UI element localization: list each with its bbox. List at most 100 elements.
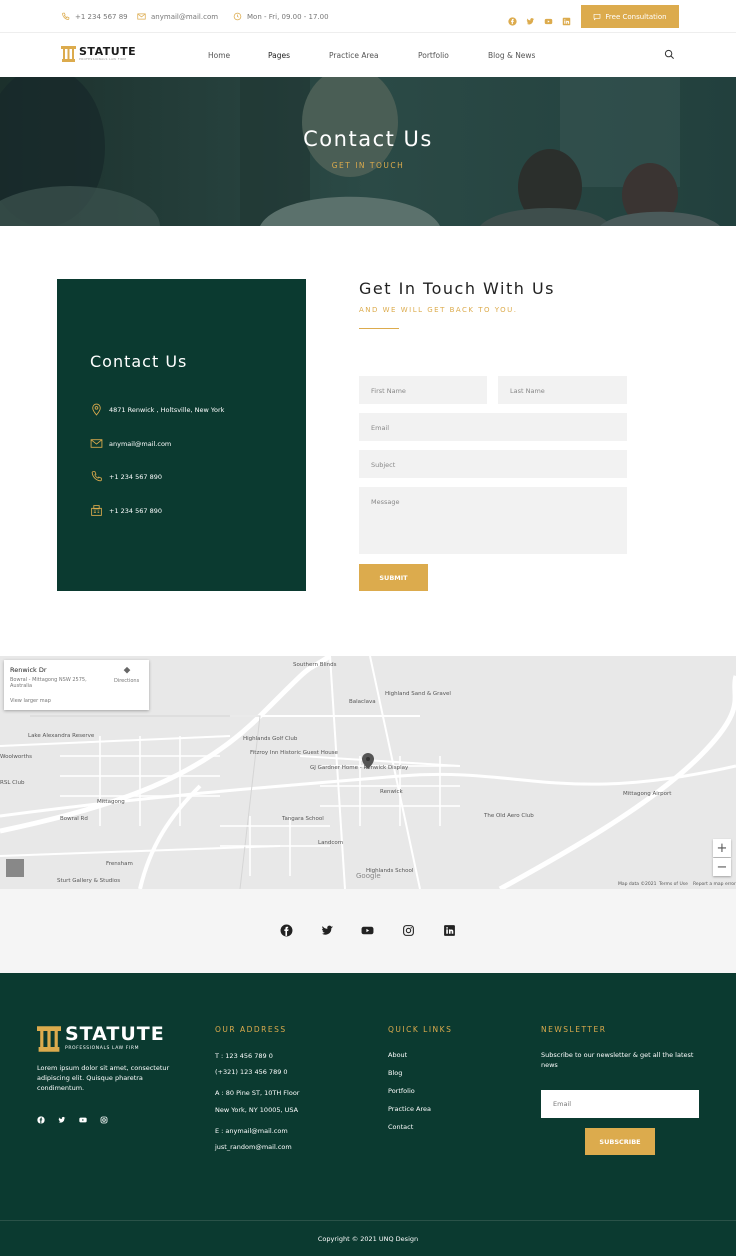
nav-home[interactable]: Home xyxy=(208,51,230,60)
map-label: Sturt Gallery & Studios xyxy=(57,878,121,884)
mail-icon xyxy=(90,439,103,448)
quick-links-heading: QUICK LINKS xyxy=(388,1025,453,1034)
youtube-icon[interactable] xyxy=(79,1116,87,1124)
submit-button[interactable]: SUBMIT xyxy=(359,564,428,591)
map-report-link[interactable]: Report a map error xyxy=(693,882,736,887)
facebook-icon[interactable] xyxy=(508,11,517,26)
footer-link-practice-area[interactable]: Practice Area xyxy=(388,1104,431,1114)
fax-icon xyxy=(91,505,102,516)
zoom-out-button[interactable]: − xyxy=(713,858,731,876)
title-divider xyxy=(359,328,399,329)
hero-subtitle: GET IN TOUCH xyxy=(331,161,405,170)
nav-portfolio[interactable]: Portfolio xyxy=(418,51,449,60)
map-label: Highlands Golf Club xyxy=(243,736,298,742)
contact-phone[interactable]: +1 234 567 890 xyxy=(90,470,162,483)
newsletter-email-input[interactable]: Email xyxy=(541,1090,699,1118)
map-label: The Old Aero Club xyxy=(484,813,534,819)
facebook-icon[interactable] xyxy=(280,924,293,937)
directions-icon[interactable] xyxy=(122,666,132,676)
footer-logo[interactable]: STATUTE PROFESSIONALS LAW FIRM xyxy=(37,1025,165,1053)
map-label: Fitzroy Inn Historic Guest House xyxy=(250,750,338,756)
linkedin-icon[interactable] xyxy=(443,924,456,937)
topbar-email[interactable]: anymail@mail.com xyxy=(137,12,218,21)
instagram-icon[interactable] xyxy=(100,1116,108,1124)
address-line: A : 80 Pine ST, 10TH Floor xyxy=(215,1089,300,1097)
map-terms-link[interactable]: Terms of Use xyxy=(659,882,688,887)
footer-link-portfolio[interactable]: Portfolio xyxy=(388,1086,415,1096)
zoom-in-button[interactable]: + xyxy=(713,839,731,857)
linkedin-icon[interactable] xyxy=(562,11,571,26)
search-icon[interactable] xyxy=(664,49,675,60)
map-label: GJ Gardner Home - Renwick Display xyxy=(310,765,409,771)
topbar-hours-text: Mon - Fri, 09.00 - 17.00 xyxy=(247,12,329,21)
topbar-phone[interactable]: +1 234 567 89 xyxy=(61,12,128,21)
map-label: Southern Blinds xyxy=(293,662,337,668)
last-name-field[interactable]: Last Name xyxy=(498,376,627,404)
instagram-icon[interactable] xyxy=(402,924,415,937)
newsletter-text: Subscribe to our newsletter & get all th… xyxy=(541,1051,694,1069)
message-field[interactable]: Message xyxy=(359,487,627,554)
address-line: just_random@mail.com xyxy=(215,1143,292,1151)
first-name-field[interactable]: First Name xyxy=(359,376,487,404)
footer-link-contact[interactable]: Contact xyxy=(388,1122,413,1132)
footer-divider xyxy=(0,1220,736,1221)
contact-card-title: Contact Us xyxy=(90,352,188,371)
topbar-phone-text: +1 234 567 89 xyxy=(75,12,128,21)
contact-fax-text: +1 234 567 890 xyxy=(109,506,162,515)
form-subtitle: AND WE WILL GET BACK TO YOU. xyxy=(359,306,518,314)
map-place-address: Bowral - Mittagong NSW 2575, Australia xyxy=(10,677,87,689)
hero-background-image xyxy=(0,77,736,226)
twitter-icon[interactable] xyxy=(526,11,535,25)
mail-icon xyxy=(137,13,146,20)
topbar-email-text: anymail@mail.com xyxy=(151,12,219,21)
main-nav: STATUTE PROFESSIONALS LAW FIRM Home Page… xyxy=(0,33,736,77)
nav-blog-news[interactable]: Blog & News xyxy=(488,51,535,60)
contact-card: Contact Us 4871 Renwick , Holtsville, Ne… xyxy=(57,279,306,591)
nav-practice-area[interactable]: Practice Area xyxy=(329,51,379,60)
free-consultation-label: Free Consultation xyxy=(605,12,667,21)
map-label: Landcom xyxy=(318,840,344,846)
map-label: Renwick xyxy=(380,789,403,795)
newsletter-heading: NEWSLETTER xyxy=(541,1025,607,1034)
youtube-icon[interactable] xyxy=(361,924,374,937)
top-bar: +1 234 567 89 anymail@mail.com Mon - Fri… xyxy=(0,0,736,33)
footer-logo-name: STATUTE xyxy=(65,1023,165,1045)
subscribe-button[interactable]: SUBSCRIBE xyxy=(585,1128,655,1155)
email-field[interactable]: Email xyxy=(359,413,627,441)
youtube-icon[interactable] xyxy=(544,11,553,25)
footer-logo-tagline: PROFESSIONALS LAW FIRM xyxy=(65,1046,140,1051)
map-place-title: Renwick Dr xyxy=(10,666,47,674)
nav-pages[interactable]: Pages xyxy=(268,51,290,60)
address-line: T : 123 456 789 0 xyxy=(215,1052,273,1060)
contact-address: 4871 Renwick , Holtsville, New York xyxy=(90,403,224,416)
google-logo: Google xyxy=(356,872,381,880)
map-label: Lake Alexandra Reserve xyxy=(28,733,95,739)
topbar-hours: Mon - Fri, 09.00 - 17.00 xyxy=(233,12,329,21)
map-embed[interactable]: Renwick Dr Bowral - Mittagong NSW 2575, … xyxy=(0,656,736,889)
address-line: E : anymail@mail.com xyxy=(215,1127,288,1135)
form-title: Get In Touch With Us xyxy=(359,279,556,298)
footer-link-blog[interactable]: Blog xyxy=(388,1068,402,1078)
address-heading: OUR ADDRESS xyxy=(215,1025,287,1034)
twitter-icon[interactable] xyxy=(321,924,334,937)
view-larger-map-link[interactable]: View larger map xyxy=(10,698,51,704)
facebook-icon[interactable] xyxy=(37,1116,45,1124)
chat-icon xyxy=(594,13,601,20)
footer-about: Lorem ipsum dolor sit amet, consectetur … xyxy=(37,1064,170,1092)
contact-phone-text: +1 234 567 890 xyxy=(109,472,162,481)
subject-field[interactable]: Subject xyxy=(359,450,627,478)
pillar-logo-icon xyxy=(37,1026,61,1052)
map-label: Woolworths xyxy=(0,754,33,760)
directions-link[interactable]: Directions xyxy=(114,678,139,684)
twitter-icon[interactable] xyxy=(58,1116,66,1124)
map-label: RSL Club xyxy=(0,780,25,786)
map-label: Frensham xyxy=(106,861,133,867)
contact-address-text: 4871 Renwick , Holtsville, New York xyxy=(109,405,225,414)
footer: STATUTE PROFESSIONALS LAW FIRM Lorem ips… xyxy=(0,973,736,1256)
footer-social xyxy=(37,1116,108,1124)
header-logo[interactable]: STATUTE PROFESSIONALS LAW FIRM xyxy=(61,46,136,62)
map-data-credit: Map data ©2021 xyxy=(618,882,657,887)
contact-email[interactable]: anymail@mail.com xyxy=(90,437,171,450)
free-consultation-button[interactable]: Free Consultation xyxy=(581,5,679,28)
footer-link-about[interactable]: About xyxy=(388,1050,407,1060)
